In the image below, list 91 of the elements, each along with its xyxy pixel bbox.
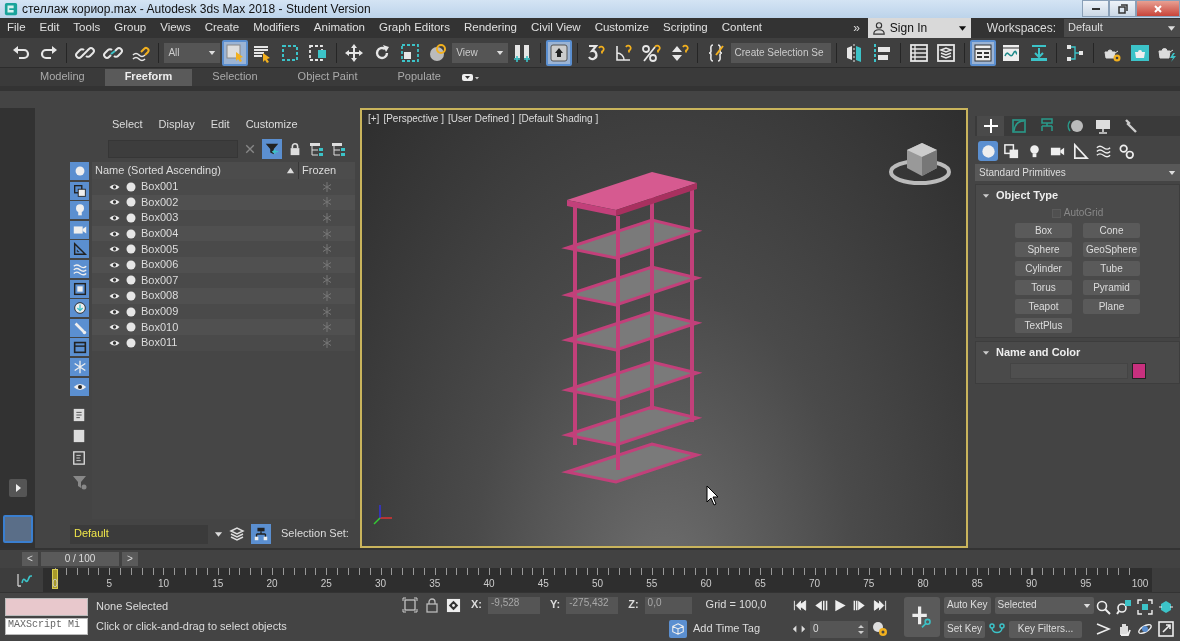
- track-bar[interactable]: 0 5 10 15 20 25 30 35 40 45 50 55 60 65 70 75 80 85 90 95 100: [43, 568, 1152, 592]
- primitive-button[interactable]: Box: [1015, 223, 1072, 239]
- tick-label: 100: [1131, 578, 1149, 590]
- ribbon-tab[interactable]: Modeling: [20, 68, 105, 86]
- autogrid-label: AutoGrid: [1063, 207, 1104, 220]
- explorer-menu-item[interactable]: Edit: [210, 118, 230, 132]
- tick-label: 95: [1080, 578, 1092, 590]
- primitive-button[interactable]: TextPlus: [1015, 318, 1072, 334]
- set-key-button[interactable]: Set Key: [944, 620, 986, 638]
- primitive-button[interactable]: Torus: [1015, 280, 1072, 296]
- tick-label: 35: [429, 578, 441, 590]
- column-header[interactable]: Frozen: [299, 162, 355, 179]
- prompt-text: Click or click-and-drag to select objects: [96, 620, 288, 634]
- primitive-button[interactable]: Plane: [1083, 299, 1140, 315]
- tick-label: 40: [483, 578, 495, 590]
- time-slider-thumb[interactable]: 0 / 100: [41, 552, 119, 566]
- primitive-button[interactable]: GeoSphere: [1083, 242, 1140, 258]
- primitive-button[interactable]: Teapot: [1015, 299, 1072, 315]
- menu-item[interactable]: Rendering: [456, 21, 524, 35]
- menu-item[interactable]: Graph Editors: [372, 21, 457, 35]
- toolbar-dropdown[interactable]: View: [452, 42, 508, 63]
- tick-label: 20: [266, 578, 278, 590]
- menu-item[interactable]: Views: [153, 21, 198, 35]
- listener-input-field[interactable]: MAXScript Mi: [5, 618, 88, 635]
- toolbar-dropdown[interactable]: All: [164, 42, 220, 63]
- primitive-button[interactable]: Cone: [1083, 223, 1140, 239]
- tick-label: 70: [808, 578, 821, 590]
- explorer-menu-item[interactable]: Select: [112, 118, 143, 132]
- primitive-button[interactable]: Cylinder: [1015, 261, 1072, 277]
- menu-item[interactable]: Civil View: [524, 21, 588, 35]
- coordinate-label: Y:: [550, 598, 561, 612]
- tick-label: 75: [863, 578, 875, 590]
- workspaces-label: Workspaces:: [986, 20, 1056, 36]
- viewport-label[interactable]: [+]: [368, 113, 380, 125]
- tick-label: 45: [537, 578, 549, 590]
- menu-item[interactable]: Content: [714, 21, 769, 35]
- tick-label: 5: [106, 578, 113, 590]
- frame-spinner[interactable]: 0: [810, 620, 868, 638]
- next-frame-button[interactable]: >: [122, 552, 138, 566]
- layer-dropdown[interactable]: Default: [70, 524, 208, 544]
- coordinate-field[interactable]: 0,0: [644, 596, 692, 614]
- menu-item[interactable]: Customize: [587, 21, 656, 35]
- tick-label: 85: [971, 578, 983, 590]
- explorer-menu-item[interactable]: Display: [158, 118, 195, 132]
- tick-label: 65: [754, 578, 766, 590]
- menu-item[interactable]: Group: [107, 21, 154, 35]
- tick-label: 10: [157, 578, 170, 590]
- tick-label: 60: [700, 578, 712, 590]
- menu-item[interactable]: Scripting: [656, 21, 715, 35]
- primitive-button[interactable]: Pyramid: [1083, 280, 1140, 296]
- tick-label: 0: [52, 578, 58, 590]
- primitive-button[interactable]: Tube: [1083, 261, 1140, 277]
- toolbar-dropdown[interactable]: Create Selection Se: [730, 42, 831, 63]
- ribbon-tab[interactable]: Selection: [192, 68, 278, 86]
- menu-overflow-button[interactable]: »: [853, 20, 860, 36]
- workspace-dropdown[interactable]: Default: [1064, 19, 1180, 37]
- menu-item[interactable]: Edit: [32, 21, 67, 35]
- tick-label: 50: [591, 578, 604, 590]
- tick-label: 55: [646, 578, 658, 590]
- window-title: стеллаж кориор.max - Autodesk 3ds Max 2018 - Student Version: [22, 1, 372, 17]
- auto-key-button[interactable]: Auto Key: [944, 596, 991, 614]
- ribbon-tab[interactable]: Populate: [377, 68, 461, 86]
- coordinate-label: Z:: [628, 598, 639, 612]
- tick-label: 90: [1025, 578, 1038, 590]
- menu-item[interactable]: Create: [197, 21, 247, 35]
- menu-item[interactable]: Modifiers: [246, 21, 307, 35]
- add-time-tag-label[interactable]: Add Time Tag: [693, 622, 761, 636]
- menu-item[interactable]: Tools: [66, 21, 108, 35]
- coordinate-label: X:: [471, 598, 482, 612]
- tick-label: 30: [374, 578, 387, 590]
- category-dropdown[interactable]: Standard Primitives: [975, 164, 1180, 181]
- selection-status: None Selected: [96, 600, 170, 614]
- key-set-dropdown[interactable]: Selected: [994, 596, 1094, 614]
- tick-label: 25: [320, 578, 332, 590]
- key-filters-button[interactable]: Key Filters...: [1009, 620, 1083, 638]
- tick-label: 80: [917, 578, 929, 590]
- sign-in-button[interactable]: Sign In: [867, 18, 971, 38]
- rollout-header[interactable]: Object Type: [976, 185, 1179, 207]
- menu-item[interactable]: Animation: [306, 21, 372, 35]
- primitive-button[interactable]: Sphere: [1015, 242, 1072, 258]
- grid-size-text: Grid = 100,0: [705, 598, 767, 612]
- viewport-label[interactable]: [Default Shading ]: [518, 113, 599, 125]
- previous-frame-button[interactable]: <: [22, 552, 38, 566]
- ribbon-tab[interactable]: Freeform: [104, 68, 193, 86]
- explorer-menu-item[interactable]: Customize: [245, 118, 298, 132]
- ribbon-tab[interactable]: Object Paint: [277, 68, 378, 86]
- menu-item[interactable]: File: [0, 21, 33, 35]
- viewport-label[interactable]: [Perspective ]: [383, 113, 444, 125]
- viewport-label[interactable]: [User Defined ]: [448, 113, 515, 125]
- tick-label: 15: [212, 578, 224, 590]
- selection-set-label: Selection Set:: [281, 527, 349, 541]
